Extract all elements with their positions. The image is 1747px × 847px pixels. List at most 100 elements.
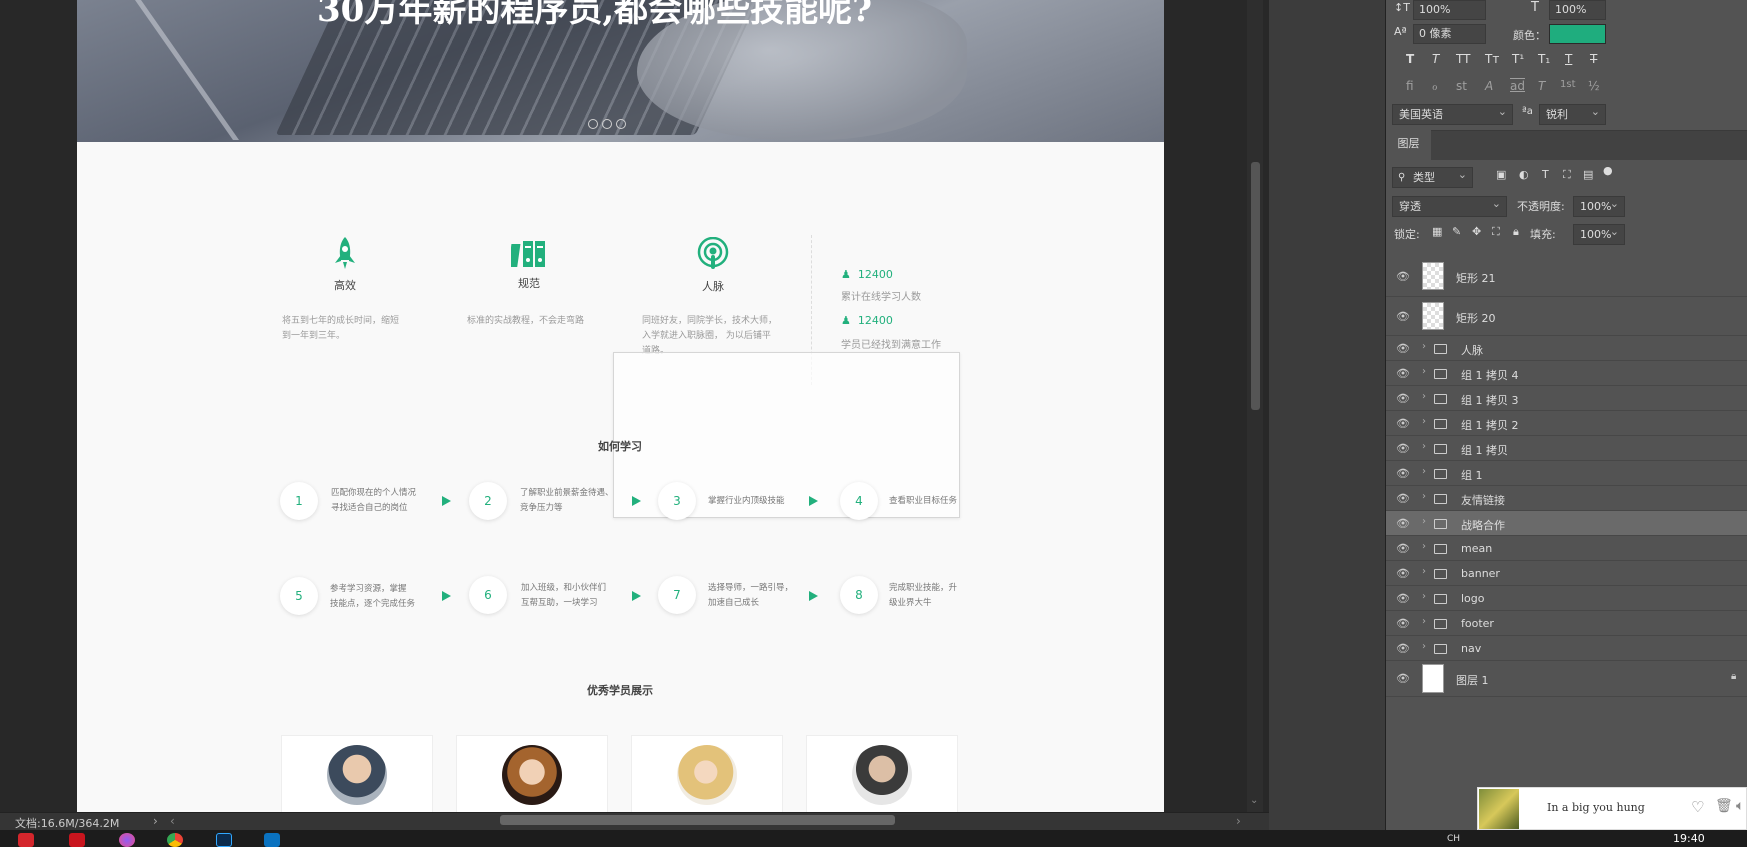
layer-row-group[interactable]: 👁︎ › 组 1 拷贝 4	[1386, 361, 1747, 386]
layer-row-group[interactable]: 👁︎ › mean	[1386, 536, 1747, 561]
filter-shape-icon[interactable]: ⛶	[1563, 168, 1571, 182]
heart-icon[interactable]: ♡	[1691, 798, 1704, 816]
strikethrough-button[interactable]: T	[1590, 52, 1597, 66]
language-select[interactable]: 美国英语	[1392, 102, 1513, 125]
eye-icon[interactable]: 👁︎	[1396, 310, 1410, 323]
jd-icon[interactable]	[69, 833, 85, 847]
old-style-button[interactable]: ℴ	[1432, 79, 1438, 93]
fractions-button[interactable]: ½	[1588, 79, 1600, 93]
layer-row-background[interactable]: 👁︎ 图层 1 🔒︎	[1386, 661, 1747, 697]
eye-icon[interactable]: 👁︎	[1396, 342, 1410, 355]
chevron-right-icon[interactable]: ›	[1422, 491, 1426, 502]
filter-adjustment-icon[interactable]: ◐	[1519, 168, 1529, 181]
eye-icon[interactable]: 👁︎	[1396, 642, 1410, 655]
lock-image-icon[interactable]: ✎	[1452, 225, 1461, 238]
filter-toggle-icon[interactable]: ●	[1603, 164, 1613, 177]
layer-row-rect21[interactable]: 👁︎ 矩形 21	[1386, 256, 1747, 297]
chevron-right-icon[interactable]: ›	[1422, 366, 1426, 377]
eye-icon[interactable]: 👁︎	[1396, 542, 1410, 555]
scroll-left-icon[interactable]: ‹	[170, 814, 175, 828]
eye-icon[interactable]: 👁︎	[1396, 617, 1410, 630]
photoshop-icon[interactable]	[216, 833, 232, 847]
eye-icon[interactable]: 👁︎	[1396, 567, 1410, 580]
chevron-right-icon[interactable]: ›	[1422, 441, 1426, 452]
eye-icon[interactable]: 👁︎	[1396, 442, 1410, 455]
music-player-widget[interactable]: In a big you hung ♡ 🗑︎ 🔈︎	[1477, 787, 1747, 830]
faux-bold-button[interactable]: T	[1406, 52, 1414, 66]
eye-icon[interactable]: 👁︎	[1396, 492, 1410, 505]
faux-italic-button[interactable]: T	[1432, 52, 1439, 66]
eye-icon[interactable]: 👁︎	[1396, 467, 1410, 480]
lock-artboard-icon[interactable]: ⛶	[1492, 225, 1500, 239]
horizontal-scale-input[interactable]: 100%	[1549, 0, 1606, 20]
scroll-right-icon[interactable]: ›	[1236, 814, 1241, 828]
vertical-scroll-thumb[interactable]	[1251, 162, 1260, 410]
layer-row-group[interactable]: 👁︎ › 友情链接	[1386, 486, 1747, 511]
layer-row-group[interactable]: 👁︎ › 组 1 拷贝 3	[1386, 386, 1747, 411]
layer-row-group[interactable]: 👁︎ › 组 1 拷贝	[1386, 436, 1747, 461]
chevron-right-icon[interactable]: ›	[1422, 591, 1426, 602]
color-swatch[interactable]	[1549, 24, 1606, 44]
horizontal-scroll-thumb[interactable]	[500, 815, 895, 825]
layer-row-group[interactable]: 👁︎ › banner	[1386, 561, 1747, 586]
browser-icon[interactable]	[119, 833, 135, 847]
layer-row-group[interactable]: 👁︎ › logo	[1386, 586, 1747, 611]
chevron-right-icon[interactable]: ›	[1422, 391, 1426, 402]
ligature-button[interactable]: fi	[1406, 79, 1414, 93]
canvas-area[interactable]: 30万年薪的程序员,都会哪些技能呢? 高效 将五到七年的成长时间，缩短 到一年到三…	[0, 0, 1269, 812]
blend-mode-select[interactable]: 穿透	[1392, 194, 1507, 217]
underline-button[interactable]: T	[1565, 52, 1572, 66]
trash-icon[interactable]: 🗑︎	[1715, 798, 1733, 814]
filter-pixel-icon[interactable]: ▣	[1496, 168, 1506, 181]
titling-alternates-button[interactable]: T	[1538, 79, 1545, 93]
layer-filter-select[interactable]: ⚲ 类型	[1392, 165, 1473, 188]
ordinals-button[interactable]: 1st	[1560, 79, 1576, 90]
filter-smartobject-icon[interactable]: ▤	[1583, 168, 1593, 181]
vertical-scale-input[interactable]: 100%	[1413, 0, 1486, 20]
layer-row-rect20[interactable]: 👁︎ 矩形 20	[1386, 297, 1747, 336]
volume-icon[interactable]: 🔈︎	[1736, 798, 1744, 814]
chevron-right-icon[interactable]: ›	[1422, 641, 1426, 652]
swash-button[interactable]: A	[1485, 79, 1493, 93]
eye-icon[interactable]: 👁︎	[1396, 392, 1410, 405]
chrome-icon[interactable]	[167, 833, 183, 847]
layer-row-group[interactable]: 👁︎ › nav	[1386, 636, 1747, 661]
filter-type-icon[interactable]: T	[1542, 168, 1549, 181]
layer-row-group[interactable]: 👁︎ › 组 1	[1386, 461, 1747, 486]
chevron-right-icon[interactable]: ›	[1422, 416, 1426, 427]
chevron-right-icon[interactable]: ›	[1422, 341, 1426, 352]
layer-row-group[interactable]: 👁︎ › 组 1 拷贝 2	[1386, 411, 1747, 436]
eye-icon[interactable]: 👁︎	[1396, 367, 1410, 380]
chevron-right-icon[interactable]: ›	[1422, 541, 1426, 552]
status-menu-arrow-icon[interactable]: ›	[153, 814, 158, 828]
small-caps-button[interactable]: Tт	[1485, 52, 1499, 66]
superscript-button[interactable]: T¹	[1512, 52, 1524, 66]
eye-icon[interactable]: 👁︎	[1396, 417, 1410, 430]
eye-icon[interactable]: 👁︎	[1396, 592, 1410, 605]
wps-icon[interactable]	[18, 833, 34, 847]
carousel-dot[interactable]	[602, 119, 612, 129]
clock[interactable]: 19:40	[1673, 832, 1705, 845]
chevron-right-icon[interactable]: ›	[1422, 566, 1426, 577]
lock-position-icon[interactable]: ✥	[1472, 225, 1481, 238]
eye-icon[interactable]: 👁︎	[1396, 517, 1410, 530]
layer-row-group[interactable]: 👁︎ › 人脉	[1386, 336, 1747, 361]
chevron-right-icon[interactable]: ›	[1422, 616, 1426, 627]
stylistic-alternates-button[interactable]: ad	[1510, 79, 1525, 93]
carousel-dot[interactable]	[588, 119, 598, 129]
eye-icon[interactable]: 👁︎	[1396, 672, 1410, 685]
layer-row-group[interactable]: 👁︎ › 战略合作	[1386, 511, 1747, 536]
scroll-down-icon[interactable]: ⌄	[1250, 795, 1258, 806]
carousel-dot[interactable]	[616, 119, 626, 129]
subscript-button[interactable]: T₁	[1538, 52, 1550, 66]
chevron-right-icon[interactable]: ›	[1422, 466, 1426, 477]
opacity-input[interactable]: 100%	[1573, 194, 1625, 217]
document-canvas[interactable]: 30万年薪的程序员,都会哪些技能呢? 高效 将五到七年的成长时间，缩短 到一年到三…	[77, 0, 1164, 812]
chevron-right-icon[interactable]: ›	[1422, 516, 1426, 527]
antialias-select[interactable]: 锐利	[1539, 102, 1606, 125]
lock-all-icon[interactable]: 🔒︎	[1513, 225, 1519, 239]
baseline-shift-input[interactable]: 0 像素	[1413, 24, 1486, 44]
eye-icon[interactable]: 👁︎	[1396, 270, 1410, 283]
ime-indicator[interactable]: CH	[1447, 834, 1460, 844]
fill-input[interactable]: 100%	[1573, 222, 1625, 245]
